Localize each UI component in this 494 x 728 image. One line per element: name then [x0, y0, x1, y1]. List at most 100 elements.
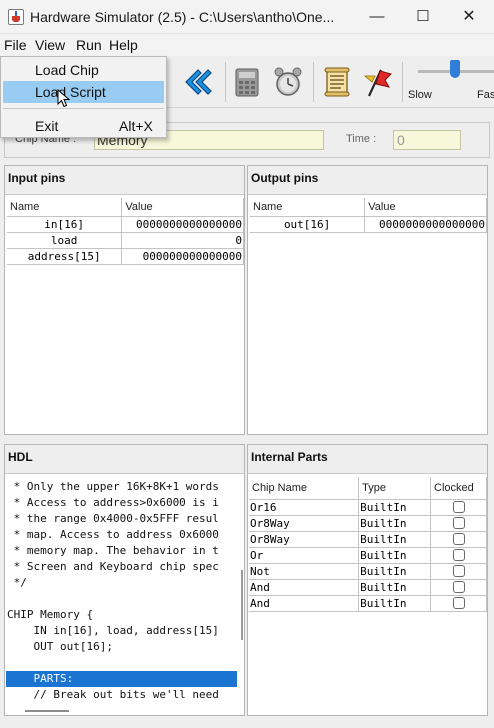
table-row[interactable]: load 0 [7, 232, 244, 249]
internal-parts-table-area[interactable]: Chip Name Type Clocked Or16 BuiltIn Or8Way… [248, 473, 487, 715]
hdl-code-line[interactable]: * Only the upper 16K+8K+1 words [6, 479, 237, 495]
input-pins-title: Input pins [8, 171, 66, 185]
hdl-code-line[interactable]: // Break out bits we'll need [6, 687, 237, 703]
maximize-button[interactable]: ☐ [400, 0, 446, 34]
pin-value[interactable]: 0 [121, 232, 244, 249]
internal-parts-panel: Internal Parts Chip Name Type Clocked Or… [247, 444, 488, 716]
window-title: Hardware Simulator (2.5) - C:\Users\anth… [30, 9, 335, 25]
part-clocked [430, 563, 487, 580]
part-type: BuiltIn [358, 531, 432, 548]
output-pins-title: Output pins [251, 171, 319, 185]
column-header-type[interactable]: Type [358, 477, 432, 500]
clocked-checkbox[interactable] [453, 581, 466, 593]
menu-item-load-script[interactable]: Load Script [3, 81, 164, 103]
title-bar: Hardware Simulator (2.5) - C:\Users\anth… [0, 0, 494, 34]
toolbar-separator [225, 62, 226, 102]
input-pins-table-area[interactable]: Name Value in[16] 0000000000000000 load … [5, 194, 244, 434]
column-header-name[interactable]: Name [250, 198, 366, 217]
pin-name: in[16] [7, 216, 123, 233]
java-app-icon [8, 9, 24, 25]
hdl-title: HDL [8, 450, 33, 464]
time-field[interactable]: 0 [393, 130, 461, 150]
clock-icon[interactable] [272, 66, 304, 98]
table-row[interactable]: Or8Way BuiltIn [249, 515, 487, 532]
column-header-value[interactable]: Value [364, 198, 487, 217]
part-clocked [430, 531, 487, 548]
column-header-value[interactable]: Value [121, 198, 244, 217]
part-type: BuiltIn [358, 579, 432, 596]
hdl-code-view[interactable]: * Only the upper 16K+8K+1 words * Access… [6, 479, 237, 703]
hdl-horizontal-scrollbar[interactable] [25, 710, 69, 712]
part-clocked [430, 547, 487, 564]
clocked-checkbox[interactable] [453, 533, 466, 545]
script-icon[interactable] [321, 66, 353, 98]
pin-value[interactable]: 0000000000000000 [121, 216, 244, 233]
output-pins-table-area[interactable]: Name Value out[16] 0000000000000000 [248, 194, 487, 434]
table-row[interactable]: in[16] 0000000000000000 [7, 216, 244, 233]
table-row[interactable]: Or BuiltIn [249, 547, 487, 564]
table-row[interactable]: And BuiltIn [249, 579, 487, 596]
file-menu-dropdown: Load Chip Load Script Exit Alt+X [0, 56, 167, 138]
part-clocked [430, 579, 487, 596]
part-type: BuiltIn [358, 595, 432, 612]
table-row[interactable]: out[16] 0000000000000000 [250, 216, 487, 233]
clocked-checkbox[interactable] [453, 517, 466, 529]
column-header-clocked[interactable]: Clocked [430, 477, 487, 500]
input-pins-panel: Input pins Name Value in[16] 00000000000… [4, 165, 245, 435]
menu-item-exit[interactable]: Exit Alt+X [3, 115, 164, 137]
speed-slider-thumb[interactable] [450, 60, 460, 78]
menu-run[interactable]: Run [76, 37, 102, 53]
hdl-code-line[interactable]: */ [6, 575, 237, 591]
part-type: BuiltIn [358, 515, 432, 532]
pin-value[interactable]: 0000000000000000 [364, 216, 487, 233]
hdl-code-line[interactable]: * map. Access to address 0x6000 [6, 527, 237, 543]
hdl-code-line[interactable]: * the range 0x4000-0x5FFF resul [6, 511, 237, 527]
time-label: Time : [346, 133, 377, 145]
clocked-checkbox[interactable] [453, 501, 466, 513]
hdl-code-area[interactable]: * Only the upper 16K+8K+1 words * Access… [5, 473, 244, 715]
hdl-code-line[interactable] [6, 591, 237, 607]
pin-name: load [7, 232, 123, 249]
hdl-code-line[interactable] [6, 655, 237, 671]
calculator-icon[interactable] [231, 66, 263, 98]
hdl-code-line[interactable]: * Access to address>0x6000 is i [6, 495, 237, 511]
clocked-checkbox[interactable] [453, 565, 466, 577]
hdl-code-line[interactable]: * Screen and Keyboard chip spec [6, 559, 237, 575]
part-type: BuiltIn [358, 499, 432, 516]
reset-icon[interactable] [182, 66, 214, 98]
hdl-code-line[interactable]: PARTS: [6, 671, 237, 687]
part-chip-name: Or8Way [249, 515, 360, 532]
part-clocked [430, 515, 487, 532]
clocked-checkbox[interactable] [453, 597, 466, 609]
column-header-chip-name[interactable]: Chip Name [249, 477, 360, 500]
hdl-code-line[interactable]: * memory map. The behavior in t [6, 543, 237, 559]
table-row[interactable]: address[15] 000000000000000 [7, 248, 244, 265]
table-row[interactable]: And BuiltIn [249, 595, 487, 612]
menu-separator [3, 108, 164, 109]
table-row[interactable]: Not BuiltIn [249, 563, 487, 580]
menu-item-label: Load Chip [35, 62, 99, 78]
hdl-code-line[interactable]: OUT out[16]; [6, 639, 237, 655]
menu-item-load-chip[interactable]: Load Chip [3, 59, 164, 81]
clocked-checkbox[interactable] [453, 549, 466, 561]
menu-file[interactable]: File [4, 37, 27, 53]
hdl-code-line[interactable]: CHIP Memory { [6, 607, 237, 623]
menu-bar: File View Run Help [0, 34, 494, 56]
internal-parts-table: Chip Name Type Clocked Or16 BuiltIn Or8Way… [249, 477, 487, 612]
breakpoint-flag-icon[interactable] [361, 66, 393, 98]
pin-name: address[15] [7, 248, 123, 265]
hdl-vertical-scrollbar[interactable] [241, 570, 243, 640]
output-pins-table: Name Value out[16] 0000000000000000 [250, 198, 487, 233]
hdl-code-line[interactable]: IN in[16], load, address[15] [6, 623, 237, 639]
part-type: BuiltIn [358, 563, 432, 580]
column-header-name[interactable]: Name [7, 198, 123, 217]
close-button[interactable]: ✕ [446, 0, 492, 34]
table-row[interactable]: Or16 BuiltIn [249, 499, 487, 516]
table-row[interactable]: Or8Way BuiltIn [249, 531, 487, 548]
minimize-button[interactable]: — [354, 0, 400, 34]
part-chip-name: Or16 [249, 499, 360, 516]
pin-value[interactable]: 000000000000000 [121, 248, 244, 265]
internal-parts-title: Internal Parts [251, 450, 328, 464]
menu-view[interactable]: View [35, 37, 65, 53]
menu-help[interactable]: Help [109, 37, 138, 53]
